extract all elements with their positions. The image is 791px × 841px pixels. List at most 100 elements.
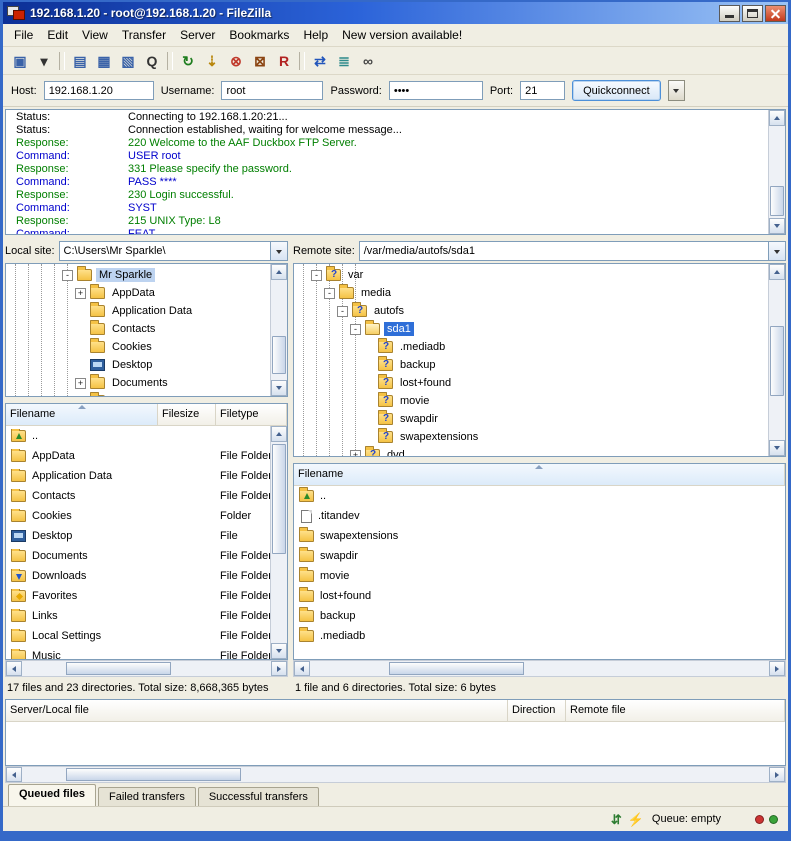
scroll-left-button[interactable] [6,661,22,676]
scroll-left-button[interactable] [294,661,310,676]
column-header-filename[interactable]: Filename [6,404,158,425]
port-input[interactable] [520,81,565,100]
titlebar[interactable]: 192.168.1.20 - root@192.168.1.20 - FileZ… [3,2,788,24]
find-files-icon[interactable]: ∞ [357,50,379,72]
toggle-message-log-icon[interactable]: ▤ [69,50,91,72]
password-input[interactable] [389,81,483,100]
menu-item[interactable]: Bookmarks [222,25,296,45]
scroll-right-button[interactable] [769,661,785,676]
toggle-local-tree-icon[interactable]: ▦ [93,50,115,72]
remote-file-row[interactable]: lost+found [294,586,785,606]
disconnect-icon[interactable]: ⊠ [249,50,271,72]
scroll-down-button[interactable] [271,643,287,659]
local-file-row[interactable]: Application Data File Folder [6,466,287,486]
tree-item[interactable]: Application Data [6,302,287,320]
tree-item[interactable]: swapdir [294,410,785,428]
refresh-icon[interactable]: ↻ [177,50,199,72]
tree-item[interactable]: + dvd [294,446,785,457]
local-file-row[interactable]: Favorites File Folder [6,586,287,606]
local-file-row[interactable]: Music File Folder [6,646,287,659]
menu-item[interactable]: View [75,25,115,45]
directory-comparison-icon[interactable]: ⇄ [309,50,331,72]
remote-file-row[interactable]: backup [294,606,785,626]
column-header-remote-file[interactable]: Remote file [566,700,785,721]
local-file-row[interactable]: Cookies Folder [6,506,287,526]
site-manager-icon[interactable]: ▣ [9,50,31,72]
tree-item[interactable]: - var [294,266,785,284]
remote-directory-tree[interactable]: - var - media - autofs [293,263,786,457]
expand-toggle[interactable]: - [311,270,322,281]
local-site-combobox[interactable]: C:\Users\Mr Sparkle\ [59,241,288,261]
scroll-up-button[interactable] [769,110,785,126]
plug-icon[interactable]: ⚡ [628,813,644,826]
expand-toggle[interactable]: - [62,270,73,281]
toggle-queue-icon[interactable]: Q [141,50,163,72]
queue-horizontal-scrollbar[interactable] [5,766,786,783]
tree-item[interactable]: + Documents [6,374,287,392]
local-file-row[interactable]: .. [6,426,287,446]
column-header-filesize[interactable]: Filesize [158,404,216,425]
expand-toggle[interactable]: + [75,378,86,389]
expand-toggle[interactable]: - [324,288,335,299]
local-file-row[interactable]: Documents File Folder [6,546,287,566]
menu-item[interactable]: Edit [40,25,75,45]
close-button[interactable] [765,5,786,22]
remote-file-row[interactable]: swapextensions [294,526,785,546]
tree-item[interactable]: + Downloads [6,392,287,397]
host-input[interactable] [44,81,154,100]
tree-item[interactable]: + AppData [6,284,287,302]
quickconnect-button[interactable]: Quickconnect [572,80,661,101]
remote-site-dropdown-button[interactable] [768,242,785,260]
log-vertical-scrollbar[interactable] [768,110,785,234]
tree-item[interactable]: Contacts [6,320,287,338]
username-input[interactable] [221,81,323,100]
cancel-icon[interactable]: ⊗ [225,50,247,72]
synchronized-browsing-icon[interactable]: ≣ [333,50,355,72]
site-manager-dropdown-icon[interactable]: ▾ [33,50,55,72]
expand-toggle[interactable]: + [75,288,86,299]
tree-item[interactable]: swapextensions [294,428,785,446]
local-directory-tree[interactable]: - Mr Sparkle + AppData Appli [5,263,288,397]
tree-item[interactable]: - sda1 [294,320,785,338]
maximize-button[interactable] [742,5,763,22]
expand-toggle[interactable]: + [350,450,361,458]
column-header-direction[interactable]: Direction [508,700,566,721]
local-file-row[interactable]: AppData File Folder [6,446,287,466]
menu-item[interactable]: Transfer [115,25,173,45]
column-header-filetype[interactable]: Filetype [216,404,287,425]
tree-item[interactable]: lost+found [294,374,785,392]
menu-item[interactable]: File [7,25,40,45]
local-file-row[interactable]: Links File Folder [6,606,287,626]
reconnect-icon[interactable]: R [273,50,295,72]
menu-item[interactable]: Server [173,25,222,45]
local-list-vertical-scrollbar[interactable] [270,426,287,659]
column-header-filename[interactable]: Filename [294,464,785,485]
toolbar-item[interactable] [299,52,305,70]
column-header-server-local-file[interactable]: Server/Local file [6,700,508,721]
process-queue-icon[interactable]: ⇣ [201,50,223,72]
remote-file-row[interactable]: movie [294,566,785,586]
menu-item[interactable]: New version available! [335,25,469,45]
toggle-remote-tree-icon[interactable]: ▧ [117,50,139,72]
local-file-row[interactable]: Local Settings File Folder [6,626,287,646]
scroll-down-button[interactable] [769,218,785,234]
tree-item[interactable]: - autofs [294,302,785,320]
local-horizontal-scrollbar[interactable] [5,660,288,677]
tree-item[interactable]: Desktop [6,356,287,374]
scrollbar-thumb[interactable] [272,444,286,554]
local-file-row[interactable]: Downloads File Folder [6,566,287,586]
scrollbar-thumb[interactable] [66,768,241,781]
remote-file-row[interactable]: .. [294,486,785,506]
tab[interactable]: Queued files [8,784,96,806]
scroll-right-button[interactable] [769,767,785,782]
tree-item[interactable]: - Mr Sparkle [6,266,287,284]
tree-item[interactable]: Cookies [6,338,287,356]
quickconnect-dropdown-button[interactable] [668,80,685,101]
expand-toggle[interactable]: - [350,324,361,335]
tab[interactable]: Successful transfers [198,787,319,806]
tree-item[interactable]: movie [294,392,785,410]
local-file-row[interactable]: Desktop File [6,526,287,546]
expand-toggle[interactable]: - [337,306,348,317]
scroll-up-button[interactable] [271,426,287,442]
local-file-row[interactable]: Contacts File Folder [6,486,287,506]
